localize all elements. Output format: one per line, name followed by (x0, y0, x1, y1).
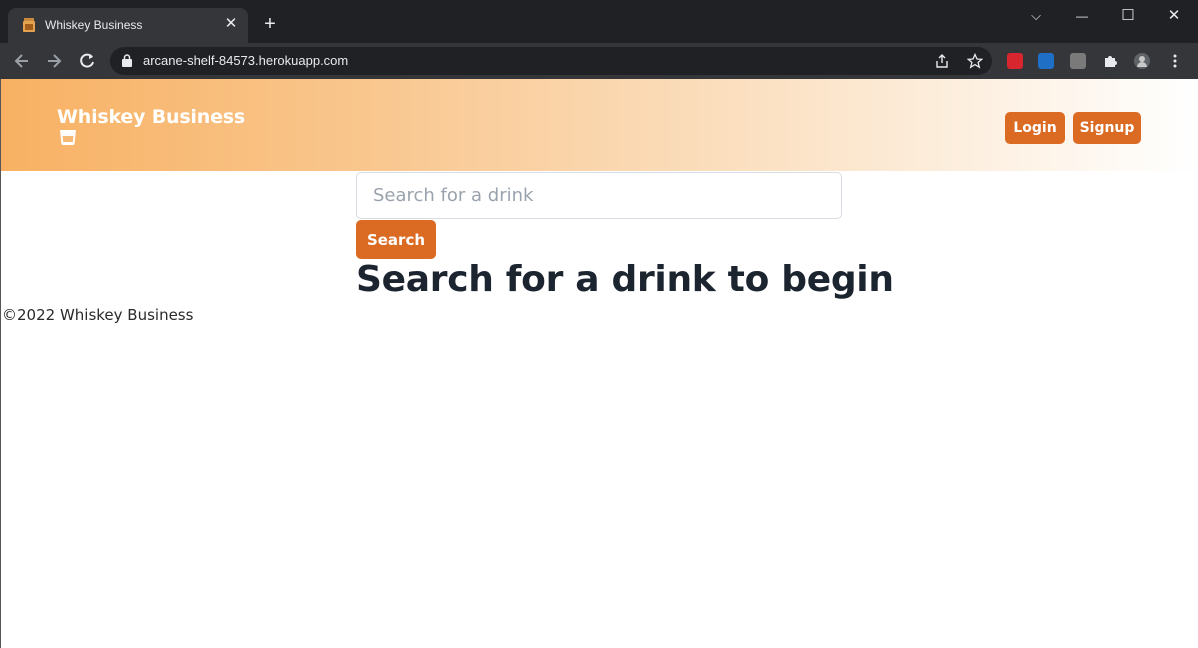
extension-lastpass-icon[interactable] (1007, 53, 1023, 69)
login-button[interactable]: Login (1005, 112, 1065, 144)
page-heading: Search for a drink to begin (356, 259, 894, 300)
drink-search-input[interactable] (356, 172, 842, 219)
browser-tab-bar: Whiskey Business ✕ + ⌵ — ☐ ✕ (0, 0, 1198, 43)
extensions-puzzle-icon[interactable] (1102, 53, 1118, 69)
tab-title: Whiskey Business (45, 18, 143, 32)
site-brand-link[interactable]: Whiskey Business (57, 106, 245, 128)
close-window-button[interactable]: ✕ (1163, 5, 1185, 27)
search-button[interactable]: Search (356, 220, 436, 259)
browser-toolbar: arcane-shelf-84573.herokuapp.com (0, 43, 1198, 79)
back-arrow-icon[interactable] (12, 51, 32, 71)
new-tab-button[interactable]: + (260, 14, 280, 34)
extension-b-icon[interactable] (1038, 53, 1054, 69)
share-icon[interactable] (934, 53, 950, 69)
tab-search-chevron-icon[interactable]: ⌵ (1025, 5, 1047, 27)
whiskey-favicon-icon (23, 18, 35, 32)
tab-close-icon[interactable]: ✕ (222, 15, 240, 33)
lock-icon (122, 54, 132, 67)
maximize-button[interactable]: ☐ (1117, 5, 1139, 27)
site-header: Whiskey Business Login Signup (1, 79, 1198, 171)
forward-arrow-icon[interactable] (44, 51, 64, 71)
signup-button[interactable]: Signup (1073, 112, 1141, 144)
profile-avatar-icon[interactable] (1134, 53, 1150, 69)
bookmark-star-icon[interactable] (967, 53, 983, 69)
footer-copyright: ©2022 Whiskey Business (2, 306, 194, 324)
address-bar[interactable]: arcane-shelf-84573.herokuapp.com (110, 47, 992, 75)
minimize-button[interactable]: — (1071, 5, 1093, 27)
browser-tab[interactable]: Whiskey Business ✕ (8, 8, 248, 43)
extension-slash-icon[interactable] (1070, 53, 1086, 69)
whiskey-glass-icon (60, 130, 76, 146)
page-viewport: Whiskey Business Login Signup Search Sea… (0, 79, 1198, 648)
url-text: arcane-shelf-84573.herokuapp.com (143, 53, 349, 68)
reload-icon[interactable] (77, 51, 97, 71)
browser-menu-icon[interactable] (1167, 53, 1183, 69)
